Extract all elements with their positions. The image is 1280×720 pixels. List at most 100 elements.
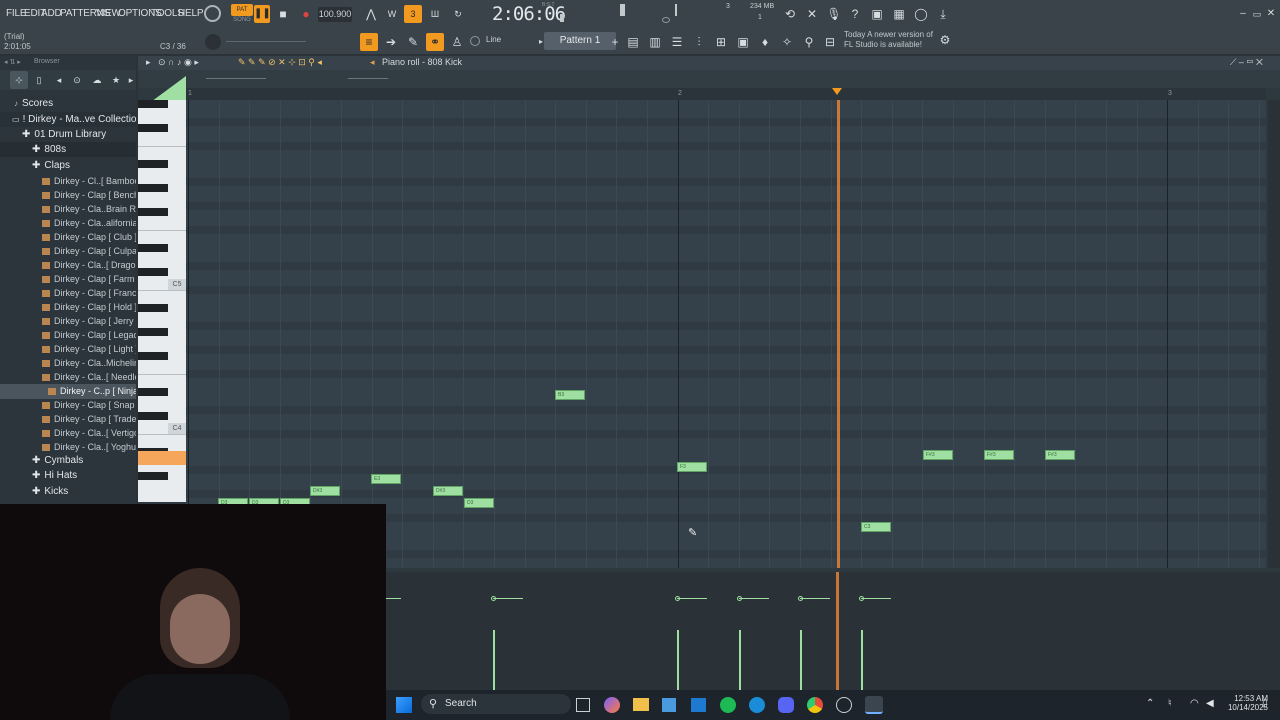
close-icon[interactable]: ✕ [1262, 5, 1280, 23]
record-icon[interactable]: ● [297, 5, 315, 23]
piano-roll-tools[interactable]: ⊙ ∩ ♪ ◉ ▸ [158, 57, 199, 68]
browser-file-item[interactable]: Dirkey - Cl..[ Bamboo ] [0, 174, 136, 189]
main-volume-slider[interactable] [226, 41, 306, 42]
discord-icon[interactable] [778, 697, 794, 713]
plugin-picker-icon[interactable]: ♦ [756, 33, 774, 51]
browser-folder-cymbals[interactable]: ✚ Cymbals [0, 453, 136, 468]
piano-keyboard[interactable]: C5 C4 [138, 100, 186, 502]
browser-cloud-icon[interactable]: ☁ [88, 71, 106, 89]
master-pitch-knob[interactable] [662, 17, 670, 23]
spotify-icon[interactable] [720, 697, 736, 713]
file-explorer-icon[interactable] [633, 698, 649, 711]
loop-record-icon[interactable] [204, 5, 221, 22]
add-pattern-icon[interactable]: + [606, 33, 624, 51]
taskbar-clock[interactable]: 12:53 AM 10/14/2025 [1214, 694, 1268, 712]
channel-rack-icon[interactable]: ☰ [668, 33, 686, 51]
pause-icon[interactable]: ❚❚ [254, 5, 271, 23]
tray-tray-arrow-icon[interactable]: ⌃ [1146, 698, 1154, 709]
browser-file-item[interactable]: Dirkey - Cla..[ Needle ] [0, 370, 136, 385]
volume-icon[interactable]: ◀ [1206, 698, 1214, 709]
main-pitch-knob[interactable] [205, 34, 221, 50]
piano-icon[interactable]: ⊟ [821, 33, 839, 51]
mixer-icon[interactable]: ⫶ [690, 33, 708, 51]
browser-files-icon[interactable]: ▯ [30, 71, 48, 89]
loop-icon[interactable]: ↻ [449, 5, 467, 23]
browser-back-icon[interactable]: ◂ [50, 71, 68, 89]
browser-file-item[interactable]: Dirkey - Clap [ Culpa ] [0, 244, 136, 259]
windows-start-icon[interactable] [396, 697, 412, 713]
metronome-icon[interactable]: ⋀ [362, 5, 380, 23]
mini-preview-strip[interactable] [206, 78, 266, 79]
midi-note[interactable]: E3 [371, 474, 401, 484]
browser-folder-808s[interactable]: ✚ 808s [0, 142, 136, 157]
black-key[interactable] [138, 244, 168, 252]
countdown-icon[interactable]: 3 [404, 5, 422, 23]
midi-note[interactable]: F#3 [984, 450, 1014, 460]
microphone-icon[interactable]: 🎙 [825, 5, 843, 23]
stamp-icon[interactable]: ♙ [448, 33, 466, 51]
browser-scores[interactable]: ♪ Scores [0, 96, 136, 111]
black-key[interactable] [138, 328, 168, 336]
black-key[interactable] [138, 100, 168, 108]
black-key[interactable] [138, 160, 168, 168]
update-icon[interactable]: ⚙ [936, 31, 954, 49]
velocity-bar[interactable] [493, 630, 495, 690]
piano-roll-edit-tools[interactable]: ✎ ✎ ✎ ⊘ ✕ ⊹ ⊡ ⚲ ◂ [238, 57, 322, 68]
piano-roll-menu-icon[interactable]: ▸ [146, 57, 151, 68]
black-key[interactable] [138, 304, 168, 312]
browser-folder-kicks[interactable]: ✚ Kicks [0, 484, 136, 499]
pencil-icon[interactable]: ✎ [404, 33, 422, 51]
midi-note[interactable]: F3 [677, 462, 707, 472]
browser-file-item[interactable]: Dirkey - Cla..[ Vertigo ] [0, 426, 136, 441]
project-icon[interactable]: ▣ [734, 33, 752, 51]
vertical-scrollbar[interactable] [1268, 100, 1280, 568]
chat-icon[interactable]: ◯ [912, 5, 930, 23]
midi-note[interactable]: F#3 [923, 450, 953, 460]
browser-icon[interactable]: ⊞ [712, 33, 730, 51]
midi-note[interactable]: C3 [861, 522, 891, 532]
edge-icon[interactable] [749, 697, 765, 713]
black-key[interactable] [138, 412, 168, 420]
steam-icon[interactable] [836, 697, 852, 713]
velocity-bar[interactable] [861, 630, 863, 690]
tray-mic-icon[interactable]: ♮ [1168, 698, 1172, 709]
midi-note[interactable]: D#3 [433, 486, 463, 496]
browser-file-item[interactable]: Dirkey - Clap [ Legacy ] [0, 328, 136, 343]
fl-studio-icon[interactable] [865, 696, 883, 714]
menu-add[interactable]: ADD [41, 8, 62, 19]
browser-file-item[interactable]: Dirkey - Cla..Michelin ] [0, 356, 136, 371]
browser-file-item[interactable]: Dirkey - Clap [ Club ] [0, 230, 136, 245]
tools-icon[interactable]: ✕ [803, 5, 821, 23]
outlook-icon[interactable] [691, 698, 706, 712]
browser-nav-icon[interactable]: ◂ ⇅ ▸ [4, 58, 21, 66]
velocity-bar[interactable] [739, 630, 741, 690]
playlist-icon[interactable]: ≡ [360, 33, 378, 51]
browser-file-item[interactable]: Dirkey - Cla..alifornia ] [0, 216, 136, 231]
black-key[interactable] [138, 184, 168, 192]
browser-folder-claps[interactable]: ✚ Claps [0, 158, 136, 173]
browser-file-item[interactable]: Dirkey - Clap [ Bench ] [0, 188, 136, 203]
link-icon[interactable]: ⚭ [426, 33, 444, 51]
playhead-marker[interactable] [832, 88, 842, 95]
touch-controller-icon[interactable]: ✧ [778, 33, 796, 51]
wand-icon[interactable]: ⚲ [800, 33, 818, 51]
menu-help[interactable]: HELP [178, 8, 204, 19]
black-key[interactable] [138, 124, 168, 132]
news-panel[interactable]: Today A newer version of FL Studio is av… [844, 30, 933, 50]
timeline-ruler[interactable]: 1 2 3 [186, 88, 1266, 100]
help-icon[interactable]: ? [846, 5, 864, 23]
browser-folder-hi-hats[interactable]: ✚ Hi Hats [0, 468, 136, 483]
piano-roll-window-controls[interactable]: ⟋ – ▭ ✕ [1230, 57, 1263, 68]
undo-history-icon[interactable]: ⟲ [781, 5, 799, 23]
stop-icon[interactable]: ■ [274, 5, 292, 23]
chrome-icon[interactable] [807, 697, 823, 713]
browser-file-item[interactable]: Dirkey - Clap [ France ] [0, 286, 136, 301]
browser-file-item[interactable]: Dirkey - Clap [ Farm ] [0, 272, 136, 287]
velocity-bar[interactable] [800, 630, 802, 690]
store-icon[interactable] [662, 698, 676, 712]
browser-file-item[interactable]: Dirkey - Clap [ Light ] [0, 342, 136, 357]
browser-file-item[interactable]: Dirkey - Clap [ Trade ] [0, 412, 136, 427]
piano-roll-window-icon[interactable]: ▥ [646, 33, 664, 51]
browser-collection[interactable]: ▭! Dirkey - Ma..ve Collection [0, 112, 136, 127]
browser-file-item[interactable]: Dirkey - Clap [ Jerry ] [0, 314, 136, 329]
